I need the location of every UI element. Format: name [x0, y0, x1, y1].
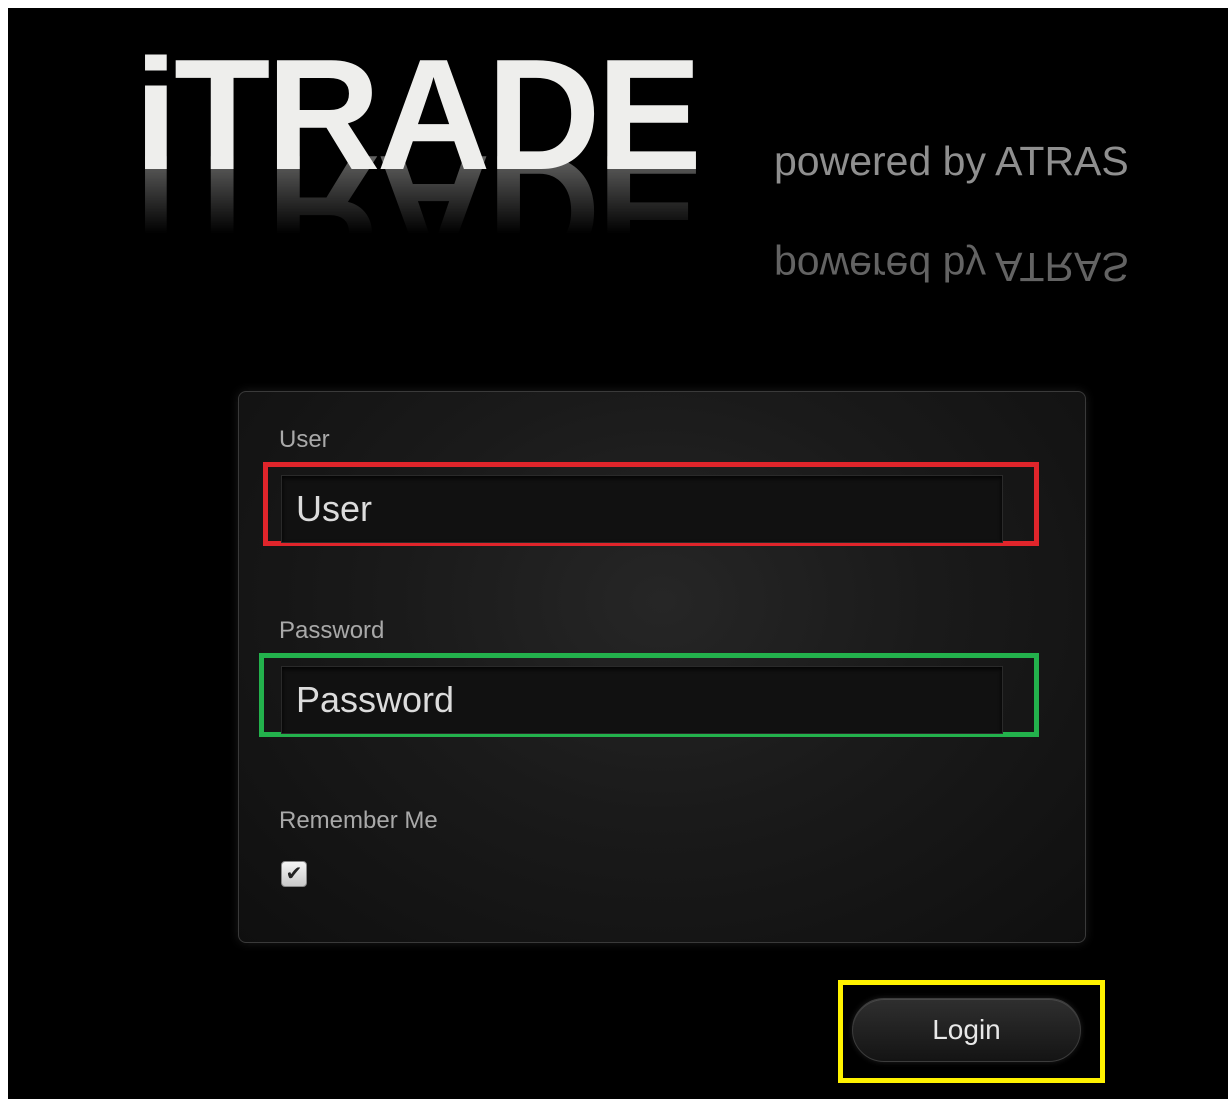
login-button-highlight: Login [838, 980, 1105, 1083]
password-input[interactable] [281, 666, 1003, 734]
password-field-highlight [259, 653, 1039, 737]
password-label: Password [279, 617, 385, 644]
user-input[interactable] [281, 475, 1003, 543]
remember-me-checkbox[interactable]: ✔ [281, 861, 307, 887]
login-screen: iTRADE powered by ATRAS iTRADE powered b… [8, 8, 1228, 1099]
app-logo-reflection: iTRADE [134, 131, 699, 290]
app-logo-subtitle: powered by ATRAS [774, 138, 1129, 184]
app-logo-subtitle-reflection: powered by ATRAS [774, 244, 1129, 290]
login-panel: User Password Remember Me ✔ [238, 391, 1086, 943]
user-label: User [279, 426, 330, 453]
checkmark-icon: ✔ [285, 863, 303, 885]
remember-me-label: Remember Me [279, 807, 438, 834]
user-field-highlight [263, 462, 1039, 546]
login-button[interactable]: Login [852, 998, 1081, 1062]
